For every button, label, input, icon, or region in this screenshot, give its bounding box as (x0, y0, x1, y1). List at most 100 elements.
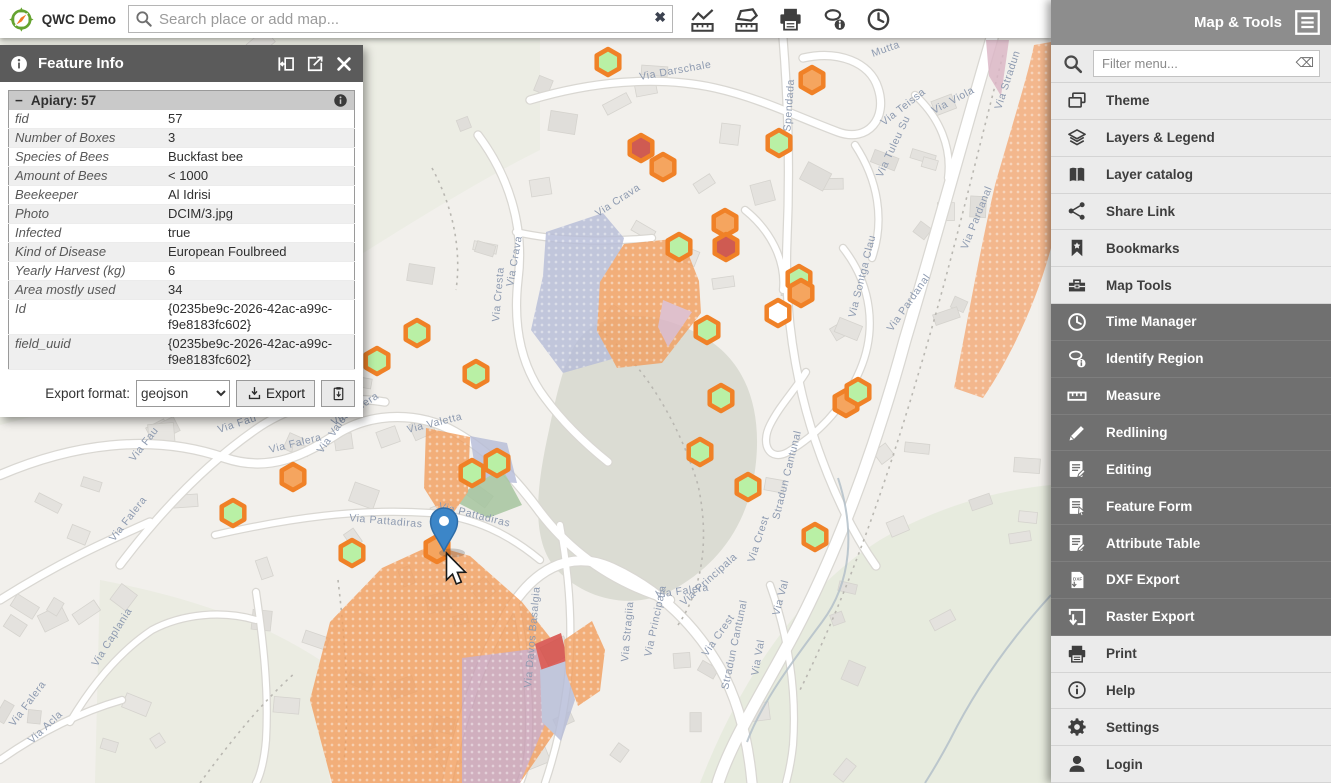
svg-text:DXF: DXF (1073, 576, 1082, 581)
menu-toggle-button[interactable] (1294, 9, 1321, 36)
sidebar-item-label: Map Tools (1106, 278, 1172, 293)
sidebar-item-label: Redlining (1106, 425, 1168, 440)
menu-filter-input[interactable] (1093, 50, 1320, 77)
clear-filter-icon[interactable]: ⌫ (1296, 55, 1314, 71)
sidebar-item-layers-legend[interactable]: Layers & Legend (1051, 120, 1331, 157)
apiary-marker-green[interactable] (406, 320, 429, 346)
apiary-marker-red[interactable] (630, 135, 653, 161)
close-icon[interactable] (334, 54, 354, 74)
sidebar-item-raster-export[interactable]: Raster Export (1051, 599, 1331, 636)
sidebar-item-dxf-export[interactable]: DXFDXF Export (1051, 562, 1331, 599)
attribute-label: Yearly Harvest (kg) (9, 262, 163, 281)
sidebar-item-print[interactable]: Print (1051, 636, 1331, 673)
menu-filter-row: ⌫ (1051, 45, 1331, 83)
attribute-label: Kind of Disease (9, 243, 163, 262)
apiary-marker-orange[interactable] (790, 280, 813, 306)
clear-search-icon[interactable]: ✖ (654, 9, 666, 26)
export-format-select[interactable]: geojson (136, 380, 230, 407)
attribute-value: 3 (162, 129, 355, 148)
apiary-marker-green[interactable] (804, 524, 827, 550)
search-input[interactable] (128, 5, 673, 33)
print-icon[interactable] (777, 6, 804, 33)
sidebar-item-login[interactable]: Login (1051, 746, 1331, 783)
apiary-marker-green[interactable] (710, 385, 733, 411)
apiary-marker-white[interactable] (767, 300, 790, 326)
panel-title: Feature Info (38, 55, 267, 72)
sidebar-item-label: Measure (1106, 388, 1161, 403)
apiary-marker-green[interactable] (465, 361, 488, 387)
attribute-value: 57 (162, 110, 355, 129)
sidebar-item-settings[interactable]: Settings (1051, 709, 1331, 746)
apiary-marker-green[interactable] (222, 500, 245, 526)
layers-icon (1065, 126, 1089, 150)
sidebar-item-feature-form[interactable]: Feature Form (1051, 488, 1331, 525)
export-button[interactable]: Export (236, 380, 315, 407)
search-box: ✖ (128, 5, 673, 33)
attribute-value: European Foulbreed (162, 243, 355, 262)
apiary-marker-green[interactable] (668, 234, 691, 260)
feature-attribute-row: fid57 (9, 110, 355, 129)
toolbar (689, 6, 892, 33)
attribute-label: Id (9, 300, 163, 335)
sidebar-item-label: Editing (1106, 462, 1152, 477)
attribute-label: Amount of Bees (9, 167, 163, 186)
apiary-marker-green[interactable] (847, 379, 870, 405)
app-logo: QWC Demo (8, 6, 116, 33)
apiary-marker-green[interactable] (737, 474, 760, 500)
identify-region-icon[interactable] (821, 6, 848, 33)
feature-attribute-row: Infectedtrue (9, 224, 355, 243)
apiary-marker-orange[interactable] (801, 67, 824, 93)
collapse-icon[interactable]: − (15, 93, 23, 108)
sidebar-item-editing[interactable]: Editing (1051, 451, 1331, 488)
apiary-marker-green[interactable] (597, 49, 620, 75)
apiary-marker-green[interactable] (768, 130, 791, 156)
pencil-icon (1065, 421, 1089, 445)
attribute-label: field_uuid (9, 335, 163, 370)
time-manager-icon[interactable] (865, 6, 892, 33)
apiary-marker-orange[interactable] (282, 464, 305, 490)
open-window-icon[interactable] (305, 54, 325, 74)
apiary-marker-green[interactable] (696, 317, 719, 343)
feature-attribute-row: BeekeeperAl Idrisi (9, 186, 355, 205)
feature-header-row[interactable]: − Apiary: 57 (9, 91, 355, 111)
copy-to-clipboard-button[interactable] (321, 380, 355, 407)
feature-attribute-row: Species of BeesBuckfast bee (9, 148, 355, 167)
sidebar-item-attribute-table[interactable]: Attribute Table (1051, 525, 1331, 562)
apiary-marker-red[interactable] (715, 234, 738, 260)
export-row: Export format: geojson Export (8, 380, 355, 407)
sidebar-item-help[interactable]: Help (1051, 673, 1331, 710)
apiary-marker-green[interactable] (486, 450, 509, 476)
feature-info-icon[interactable] (333, 93, 348, 108)
sidebar-item-layer-catalog[interactable]: Layer catalog (1051, 157, 1331, 194)
sidebar-item-label: Layer catalog (1106, 167, 1193, 182)
editing-icon (1065, 457, 1089, 481)
sidebar-item-theme[interactable]: Theme (1051, 83, 1331, 120)
feature-attribute-row: Area mostly used34 (9, 281, 355, 300)
feature-attribute-row: Number of Boxes3 (9, 129, 355, 148)
sidebar-item-identify-region[interactable]: Identify Region (1051, 341, 1331, 378)
sidebar-item-map-tools[interactable]: Map Tools (1051, 267, 1331, 304)
sidebar-item-time-manager[interactable]: Time Manager (1051, 304, 1331, 341)
search-icon (134, 9, 154, 29)
theme-icon (1065, 89, 1089, 113)
sidebar-item-redlining[interactable]: Redlining (1051, 415, 1331, 452)
apiary-marker-orange[interactable] (652, 154, 675, 180)
help-icon (1065, 678, 1089, 702)
dock-panel-icon[interactable] (276, 54, 296, 74)
dxf-icon: DXF (1065, 568, 1089, 592)
apiary-marker-green[interactable] (689, 439, 712, 465)
attribute-label: Number of Boxes (9, 129, 163, 148)
sidebar-item-share-link[interactable]: Share Link (1051, 194, 1331, 231)
apiary-marker-green[interactable] (366, 348, 389, 374)
attribute-value: 34 (162, 281, 355, 300)
sidebar-item-measure[interactable]: Measure (1051, 378, 1331, 415)
sidebar-item-label: Theme (1106, 93, 1150, 108)
measure-area-icon[interactable] (733, 6, 760, 33)
sidebar-item-bookmarks[interactable]: Bookmarks (1051, 230, 1331, 267)
measure-line-icon[interactable] (689, 6, 716, 33)
catalog-icon (1065, 163, 1089, 187)
feature-attribute-row: field_uuid{0235be9c-2026-42ac-a99c-f9e81… (9, 335, 355, 370)
apiary-marker-green[interactable] (341, 540, 364, 566)
apiary-marker-green[interactable] (461, 460, 484, 486)
sidebar-item-label: Feature Form (1106, 499, 1192, 514)
